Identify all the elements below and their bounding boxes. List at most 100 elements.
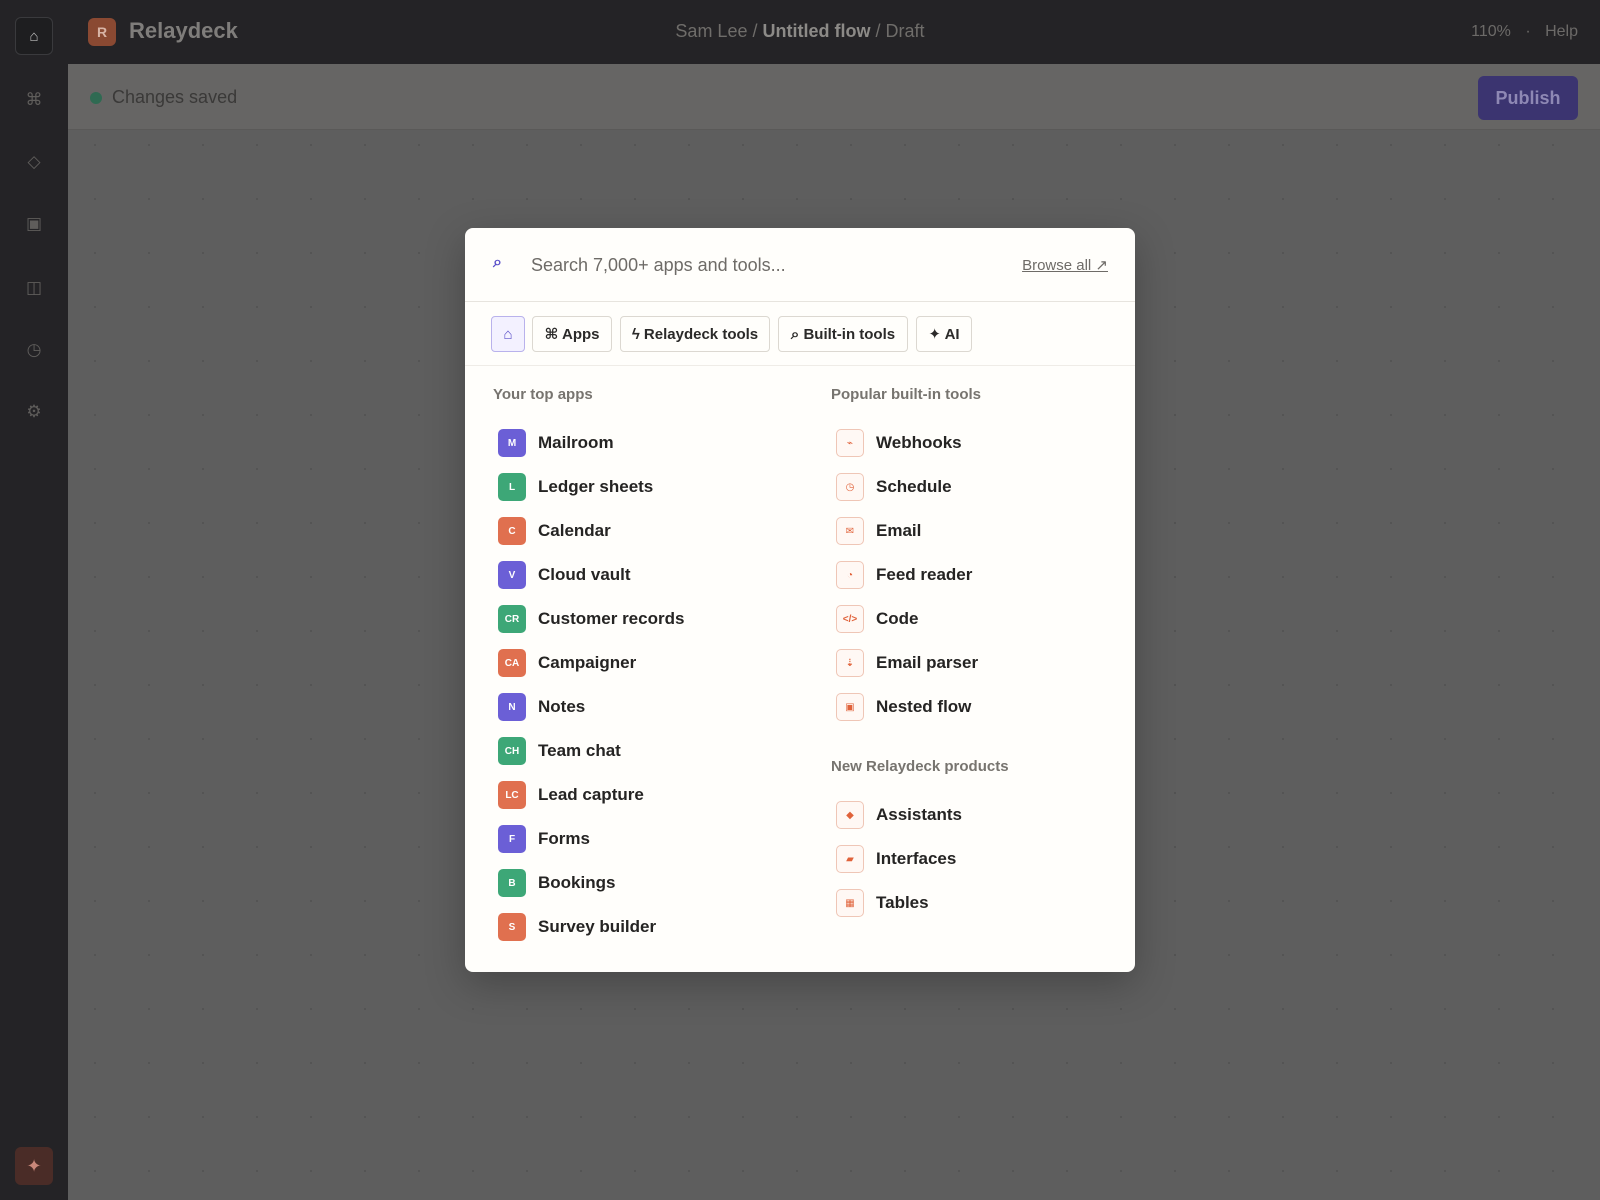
flow-status: Draft [885, 21, 925, 41]
app-list-item[interactable]: S Survey builder [498, 910, 656, 944]
item-label: Webhooks [876, 433, 962, 452]
breadcrumb-separator: / [752, 21, 758, 41]
app-list-item[interactable]: B Bookings [498, 866, 615, 900]
webhook-icon: ⌁ [836, 429, 864, 457]
app-list-item[interactable]: CH Team chat [498, 734, 621, 768]
item-label: Assistants [876, 805, 962, 824]
app-list-item[interactable]: L Ledger sheets [498, 470, 653, 504]
sparkle-icon[interactable]: ✦ [15, 1147, 53, 1185]
publish-button[interactable]: Publish [1478, 76, 1578, 120]
app-logo-icon: CA [498, 649, 526, 677]
item-label: Email [876, 521, 922, 540]
app-logo-icon: CH [498, 737, 526, 765]
app-list-item[interactable]: CR Customer records [498, 602, 684, 636]
app-list-item[interactable]: CA Campaigner [498, 646, 636, 680]
item-label: Bookings [538, 873, 616, 892]
app-list-item[interactable]: M Mailroom [498, 426, 614, 460]
clock-icon: ◷ [836, 473, 864, 501]
tool-list-item[interactable]: ✉ Email [836, 514, 921, 548]
app-logo-icon: B [498, 869, 526, 897]
square-icon[interactable]: ▣ [20, 210, 48, 238]
app-list-item[interactable]: V Cloud vault [498, 558, 631, 592]
tool-list-item[interactable]: ⌁ Webhooks [836, 426, 962, 460]
app-logo-icon: M [498, 429, 526, 457]
item-label: Notes [538, 697, 586, 716]
gear-icon[interactable]: ⚙ [20, 398, 48, 426]
columns-icon[interactable]: ◫ [20, 274, 48, 302]
assistant-icon: ◆ [836, 801, 864, 829]
built-in-tools-heading: Popular built-in tools [831, 386, 981, 403]
tab-relaydeck-tools[interactable]: ϟ Relaydeck tools [620, 316, 770, 352]
app-logo-icon: C [498, 517, 526, 545]
top-bar: ⌂ R Relaydeck Sam Lee / Untitled flow / … [0, 0, 1600, 64]
zoom-level[interactable]: 110% [1471, 23, 1511, 40]
tab-home[interactable]: ⌂ [491, 316, 525, 352]
feed-icon: ◔ [836, 561, 864, 589]
tool-list-item[interactable]: ◷ Schedule [836, 470, 952, 504]
app-logo-icon: L [498, 473, 526, 501]
app-list-item[interactable]: N Notes [498, 690, 585, 724]
left-rail: ⌘ ◇ ▣ ◫ ◷ ⚙ ✦ [0, 64, 68, 1200]
products-heading: New Relaydeck products [831, 758, 1009, 775]
item-label: Lead capture [538, 785, 644, 804]
diamond-icon[interactable]: ◇ [20, 148, 48, 176]
envelope-icon: ✉ [836, 517, 864, 545]
code-icon: </> [836, 605, 864, 633]
app-logo-icon: F [498, 825, 526, 853]
item-label: Campaigner [538, 653, 637, 672]
app-list-item[interactable]: F Forms [498, 822, 590, 856]
item-label: Cloud vault [538, 565, 631, 584]
item-label: Mailroom [538, 433, 614, 452]
item-label: Customer records [538, 609, 685, 628]
search-input[interactable] [529, 248, 999, 282]
browse-all-link[interactable]: Browse all ↗ [1022, 256, 1108, 274]
item-label: Forms [538, 829, 590, 848]
breadcrumb: Sam Lee / Untitled flow / Draft [0, 21, 1600, 42]
breadcrumb-separator: / [875, 21, 881, 41]
item-label: Schedule [876, 477, 952, 496]
nested-flow-icon: ▣ [836, 693, 864, 721]
app-logo-icon: V [498, 561, 526, 589]
item-label: Feed reader [876, 565, 973, 584]
clock-icon[interactable]: ◷ [20, 336, 48, 364]
app-picker-modal: ⌕ Browse all ↗ ⌂ ⌘ Apps ϟ Relaydeck tool… [465, 228, 1135, 972]
item-label: Calendar [538, 521, 611, 540]
top-right-controls: 110% · Help [1471, 23, 1578, 41]
tool-list-item[interactable]: ▣ Nested flow [836, 690, 971, 724]
item-label: Survey builder [538, 917, 657, 936]
flow-name[interactable]: Untitled flow [763, 21, 871, 41]
search-row: ⌕ Browse all ↗ [465, 228, 1135, 302]
tab-ai[interactable]: ✦ AI [916, 316, 972, 352]
top-apps-heading: Your top apps [493, 386, 593, 403]
item-label: Tables [876, 893, 929, 912]
tool-list-item[interactable]: ◔ Feed reader [836, 558, 972, 592]
tab-apps[interactable]: ⌘ Apps [532, 316, 612, 352]
separator-dot: · [1525, 23, 1531, 40]
app-list-item[interactable]: LC Lead capture [498, 778, 644, 812]
item-label: Email parser [876, 653, 979, 672]
tool-list-item[interactable]: ◆ Assistants [836, 798, 962, 832]
tool-list-item[interactable]: ▰ Interfaces [836, 842, 956, 876]
interface-icon: ▰ [836, 845, 864, 873]
item-label: Interfaces [876, 849, 957, 868]
app-logo-icon: CR [498, 605, 526, 633]
breadcrumb-user[interactable]: Sam Lee [675, 21, 747, 41]
tool-list-item[interactable]: ▦ Tables [836, 886, 929, 920]
app-logo-icon: LC [498, 781, 526, 809]
category-tabs: ⌂ ⌘ Apps ϟ Relaydeck tools ⌕ Built-in to… [465, 302, 1135, 366]
save-status: Changes saved [112, 87, 238, 107]
app-logo-icon: S [498, 913, 526, 941]
command-icon[interactable]: ⌘ [20, 86, 48, 114]
tool-list-item[interactable]: </> Code [836, 602, 919, 636]
parser-icon: ⇣ [836, 649, 864, 677]
status-dot-icon [90, 92, 102, 104]
search-icon: ⌕ [493, 254, 502, 271]
tab-built-in-tools[interactable]: ⌕ Built-in tools [778, 316, 908, 352]
status-bar: Changes saved Publish [68, 64, 1600, 130]
table-icon: ▦ [836, 889, 864, 917]
item-label: Ledger sheets [538, 477, 654, 496]
item-label: Code [876, 609, 919, 628]
app-list-item[interactable]: C Calendar [498, 514, 611, 548]
tool-list-item[interactable]: ⇣ Email parser [836, 646, 978, 680]
help-link[interactable]: Help [1545, 23, 1578, 40]
